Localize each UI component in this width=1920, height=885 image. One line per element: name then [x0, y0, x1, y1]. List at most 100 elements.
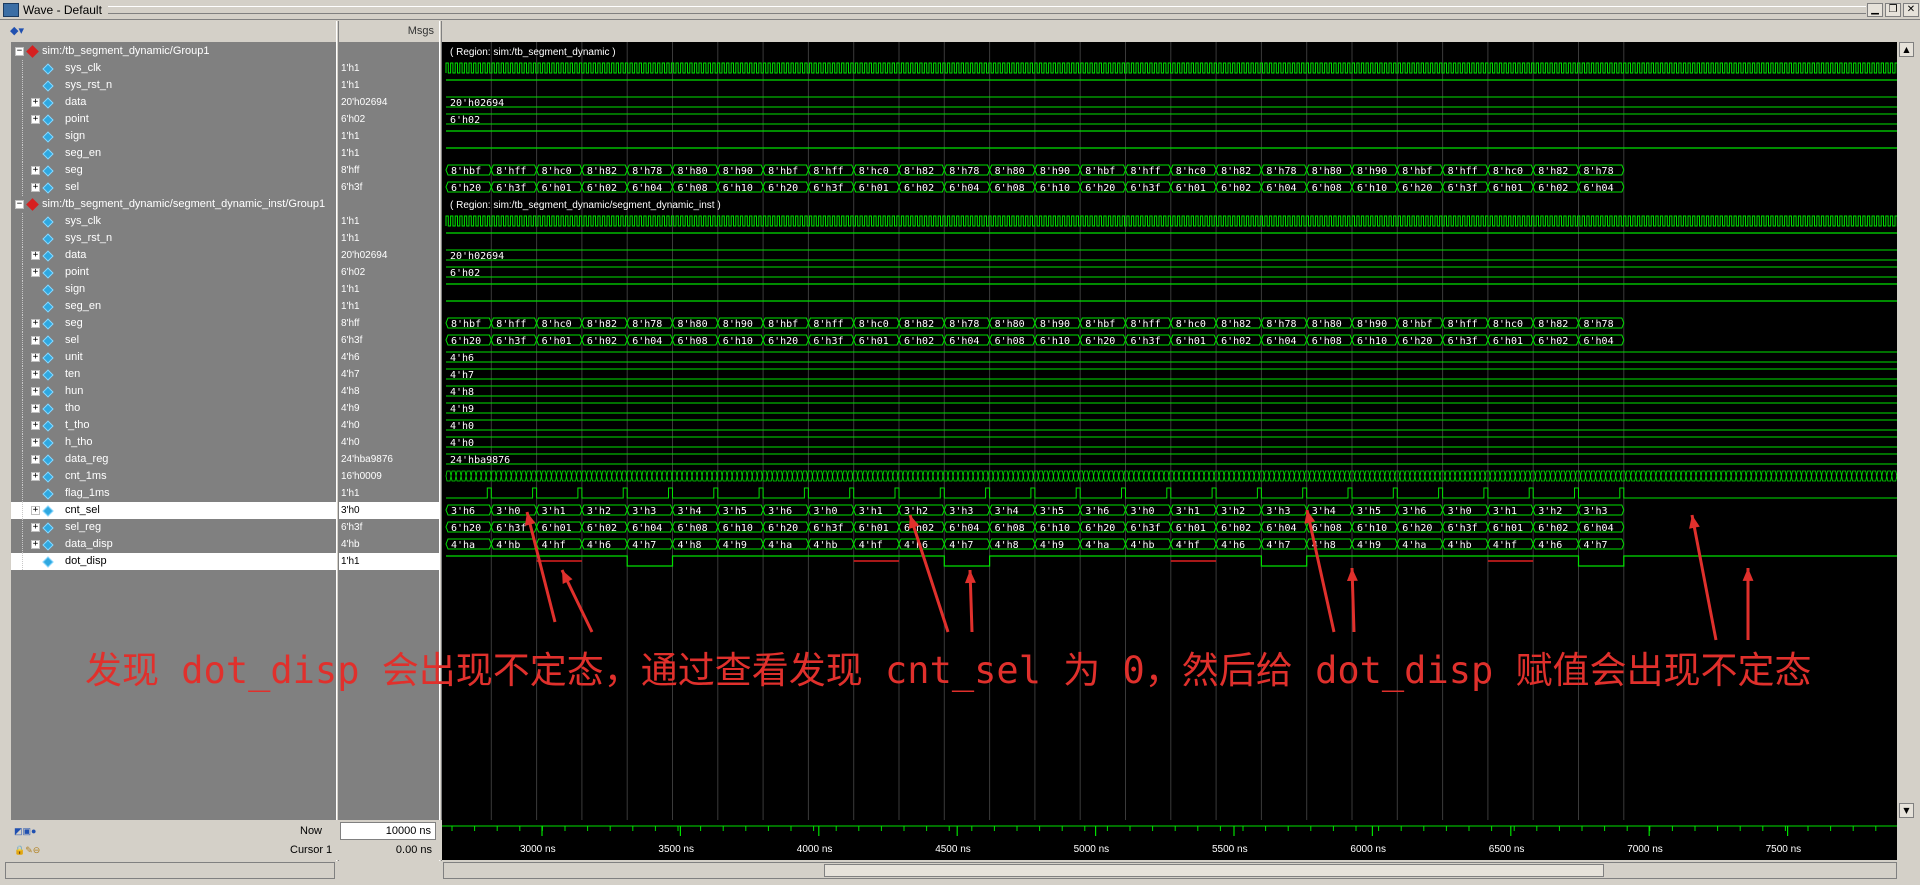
signal-row[interactable]: + h_tho: [11, 434, 336, 451]
signal-value: 4'h0: [341, 437, 360, 448]
expand-toggle-icon[interactable]: −: [15, 200, 24, 209]
expand-toggle-icon[interactable]: +: [31, 251, 40, 260]
cursor-tools-icon[interactable]: 🔒✎⊖: [14, 841, 40, 859]
signal-value: 6'h02: [341, 114, 366, 125]
cnt-sel-segment-label: 3'h3: [632, 506, 656, 517]
signal-row[interactable]: − sim:/tb_segment_dynamic/Group1: [11, 43, 336, 60]
expand-toggle-icon[interactable]: +: [31, 370, 40, 379]
expand-toggle-icon[interactable]: +: [31, 421, 40, 430]
signal-row[interactable]: sign: [11, 128, 336, 145]
seg-segment-label: 8'hc0: [859, 166, 889, 177]
signal-names-pane[interactable]: − sim:/tb_segment_dynamic/Group1 sys_clk sy…: [11, 42, 336, 820]
minimize-icon[interactable]: ▁: [1867, 2, 1883, 17]
expand-toggle-icon[interactable]: +: [31, 166, 40, 175]
signal-name: sys_rst_n: [65, 79, 113, 91]
restore-icon[interactable]: ❐: [1885, 2, 1901, 17]
signal-row[interactable]: seg_en: [11, 145, 336, 162]
time-tick-label: 4000 ns: [797, 844, 833, 855]
signal-row[interactable]: − sim:/tb_segment_dynamic/segment_dynamic…: [11, 196, 336, 213]
vertical-scrollbar[interactable]: ▲ ▼: [1898, 42, 1915, 820]
signal-diamond-icon: [42, 114, 54, 126]
expand-toggle-icon[interactable]: +: [31, 98, 40, 107]
scroll-down-icon[interactable]: ▼: [1899, 803, 1914, 818]
signal-row[interactable]: + cnt_1ms: [11, 468, 336, 485]
data-disp-segment-label: 4'h8: [995, 540, 1019, 551]
signal-row[interactable]: + tho: [11, 400, 336, 417]
waveform-pane[interactable]: ( Region: sim:/tb_segment_dynamic ) ( Reg…: [442, 42, 1897, 820]
sel-segment-label: 6'h20: [1402, 183, 1432, 194]
expand-toggle-icon[interactable]: +: [31, 472, 40, 481]
scroll-thumb[interactable]: [824, 864, 1604, 877]
signal-row[interactable]: dot_disp: [11, 553, 336, 570]
expand-toggle-icon[interactable]: +: [31, 336, 40, 345]
group-diamond-icon: [26, 198, 39, 211]
zoom-tools-icon[interactable]: ◩▣●: [14, 822, 36, 840]
signal-row[interactable]: sign: [11, 281, 336, 298]
seg-segment-label: 8'h82: [1221, 166, 1251, 177]
signal-row[interactable]: + data_disp: [11, 536, 336, 553]
signal-row[interactable]: seg_en: [11, 298, 336, 315]
expand-toggle-icon[interactable]: +: [31, 540, 40, 549]
wave-horizontal-scrollbar[interactable]: [443, 862, 1897, 879]
signal-row[interactable]: + data_reg: [11, 451, 336, 468]
signal-diamond-icon: [42, 488, 54, 500]
sel-reg-segment-label: 6'h3f: [496, 523, 526, 534]
signal-row[interactable]: + cnt_sel: [11, 502, 336, 519]
cnt-sel-segment-label: 3'h4: [995, 506, 1019, 517]
expand-toggle-icon[interactable]: +: [31, 455, 40, 464]
expand-toggle-icon[interactable]: +: [31, 523, 40, 532]
sel-reg-segment-label: 6'h3f: [813, 523, 843, 534]
h-tho-value-label: 4'h0: [450, 438, 474, 449]
titlebar-grip[interactable]: [107, 5, 1866, 14]
signal-row[interactable]: + sel_reg: [11, 519, 336, 536]
signal-value: 8'hff: [341, 318, 360, 329]
expand-toggle-icon[interactable]: +: [31, 353, 40, 362]
pane-splitter[interactable]: [336, 21, 339, 861]
scroll-up-icon[interactable]: ▲: [1899, 42, 1914, 57]
signal-row[interactable]: sys_rst_n: [11, 77, 336, 94]
expand-toggle-icon[interactable]: +: [31, 404, 40, 413]
data-disp-segment-label: 4'hf: [542, 540, 566, 551]
signal-row[interactable]: + ten: [11, 366, 336, 383]
sel-segment-label: 6'h02: [587, 183, 617, 194]
signal-row[interactable]: + seg: [11, 162, 336, 179]
layout-dropdown-icon[interactable]: ◆▾: [10, 24, 32, 38]
close-icon[interactable]: ✕: [1903, 2, 1919, 17]
seg-segment-label: 8'h78: [1266, 166, 1296, 177]
names-horizontal-scrollbar[interactable]: [5, 862, 335, 879]
expand-toggle-icon[interactable]: +: [31, 438, 40, 447]
signal-row[interactable]: + t_tho: [11, 417, 336, 434]
signal-value: 1'h1: [341, 301, 360, 312]
sel-segment-label: 6'h04: [632, 336, 662, 347]
signal-values-pane[interactable]: 1'h1 1'h1 20'h02694 6'h02 1'h1 1'h1 8'hff 6'h3f…: [339, 42, 439, 820]
expand-toggle-icon[interactable]: +: [31, 115, 40, 124]
signal-row[interactable]: flag_1ms: [11, 485, 336, 502]
signal-row[interactable]: sys_clk: [11, 60, 336, 77]
signal-row[interactable]: + data: [11, 247, 336, 264]
point-value-label: 6'h02: [450, 268, 480, 279]
sel-segment-label: 6'h3f: [1131, 183, 1161, 194]
signal-row[interactable]: + data: [11, 94, 336, 111]
sel-segment-label: 6'h04: [1584, 336, 1614, 347]
expand-toggle-icon[interactable]: +: [31, 183, 40, 192]
signal-row[interactable]: + hun: [11, 383, 336, 400]
signal-row[interactable]: + point: [11, 111, 336, 128]
sel-reg-segment-label: 6'h04: [1584, 523, 1614, 534]
expand-toggle-icon[interactable]: +: [31, 387, 40, 396]
expand-toggle-icon[interactable]: +: [31, 268, 40, 277]
signal-row[interactable]: + seg: [11, 315, 336, 332]
now-value: 10000 ns: [340, 822, 436, 840]
tree-line: [22, 111, 23, 128]
signal-row[interactable]: + point: [11, 264, 336, 281]
signal-row[interactable]: sys_rst_n: [11, 230, 336, 247]
expand-toggle-icon[interactable]: +: [31, 506, 40, 515]
sel-segment-label: 6'h3f: [1448, 336, 1478, 347]
seg-segment-label: 8'h78: [632, 166, 662, 177]
signal-row[interactable]: + unit: [11, 349, 336, 366]
signal-row[interactable]: + sel: [11, 332, 336, 349]
signal-row[interactable]: sys_clk: [11, 213, 336, 230]
sel-segment-label: 6'h10: [1357, 183, 1387, 194]
expand-toggle-icon[interactable]: −: [15, 47, 24, 56]
signal-row[interactable]: + sel: [11, 179, 336, 196]
expand-toggle-icon[interactable]: +: [31, 319, 40, 328]
